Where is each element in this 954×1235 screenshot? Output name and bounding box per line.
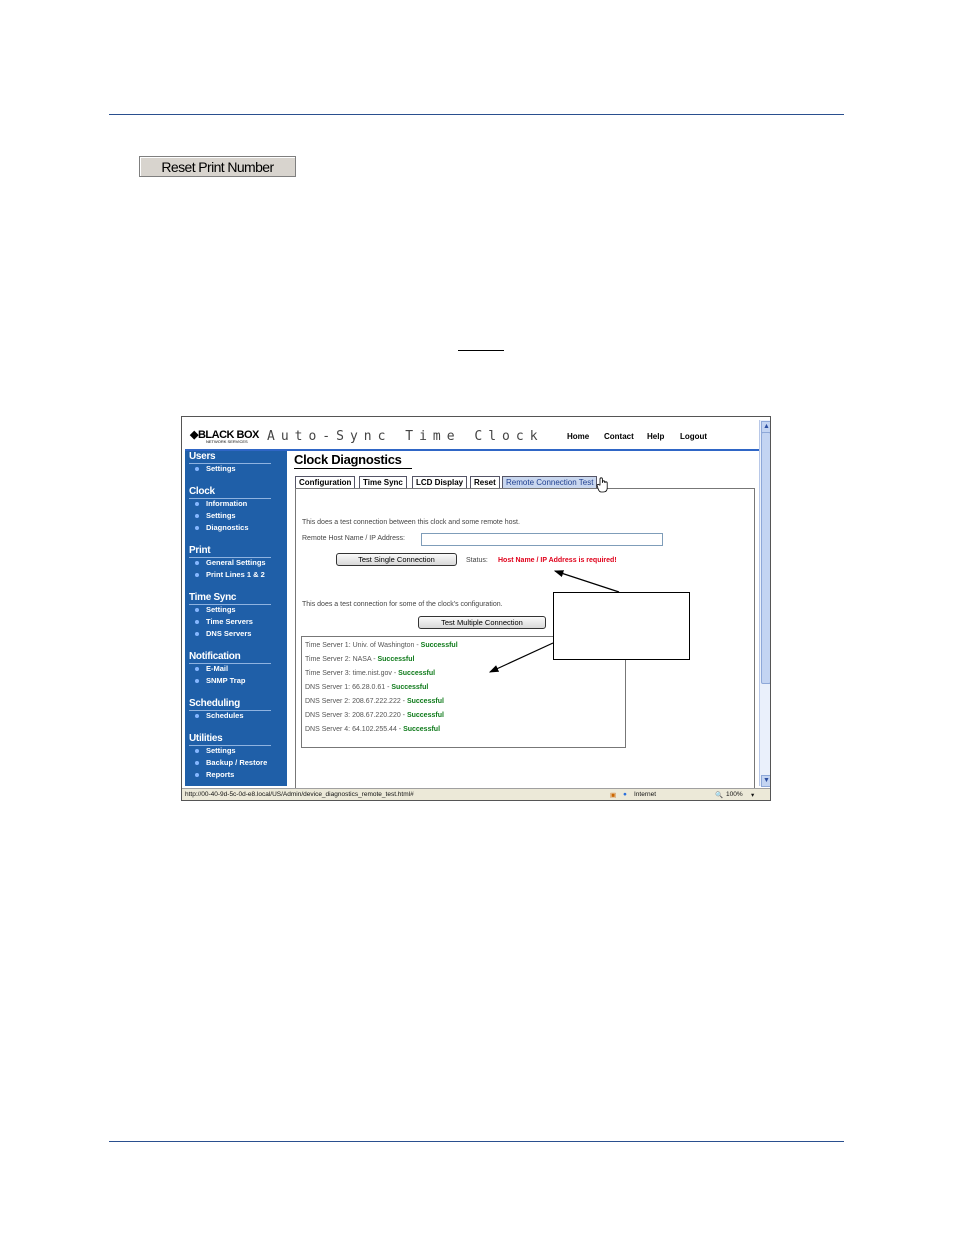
- scroll-thumb[interactable]: [761, 432, 770, 684]
- browser-screenshot: ◆BLACK BOX NETWORK SERVICES Auto-Sync Ti…: [181, 416, 771, 801]
- globe-icon: ●: [623, 791, 627, 798]
- callout-arrows: [488, 477, 620, 673]
- scroll-down-icon[interactable]: ▼: [761, 775, 770, 787]
- vertical-scrollbar[interactable]: ▲ ▼: [759, 420, 770, 787]
- lock-icon: ▣: [610, 792, 617, 799]
- top-rule: [109, 114, 844, 115]
- reset-print-number-button[interactable]: Reset Print Number: [139, 156, 296, 177]
- status-url: http://00-40-9d-5c-0d-e8.local/US/Admin/…: [185, 791, 414, 798]
- browser-status-bar: http://00-40-9d-5c-0d-e8.local/US/Admin/…: [182, 788, 770, 800]
- text-underline: [458, 350, 504, 351]
- arrow-to-status: [553, 570, 620, 593]
- zone-label: Internet: [634, 791, 657, 798]
- bottom-rule: [109, 1141, 844, 1142]
- zoom-icon: 🔍: [715, 792, 724, 799]
- zoom-level[interactable]: 100%: [726, 791, 743, 798]
- arrow-to-results: [488, 642, 554, 673]
- zoom-dropdown-icon[interactable]: ▾: [751, 791, 754, 799]
- hand-cursor-icon: [596, 477, 608, 493]
